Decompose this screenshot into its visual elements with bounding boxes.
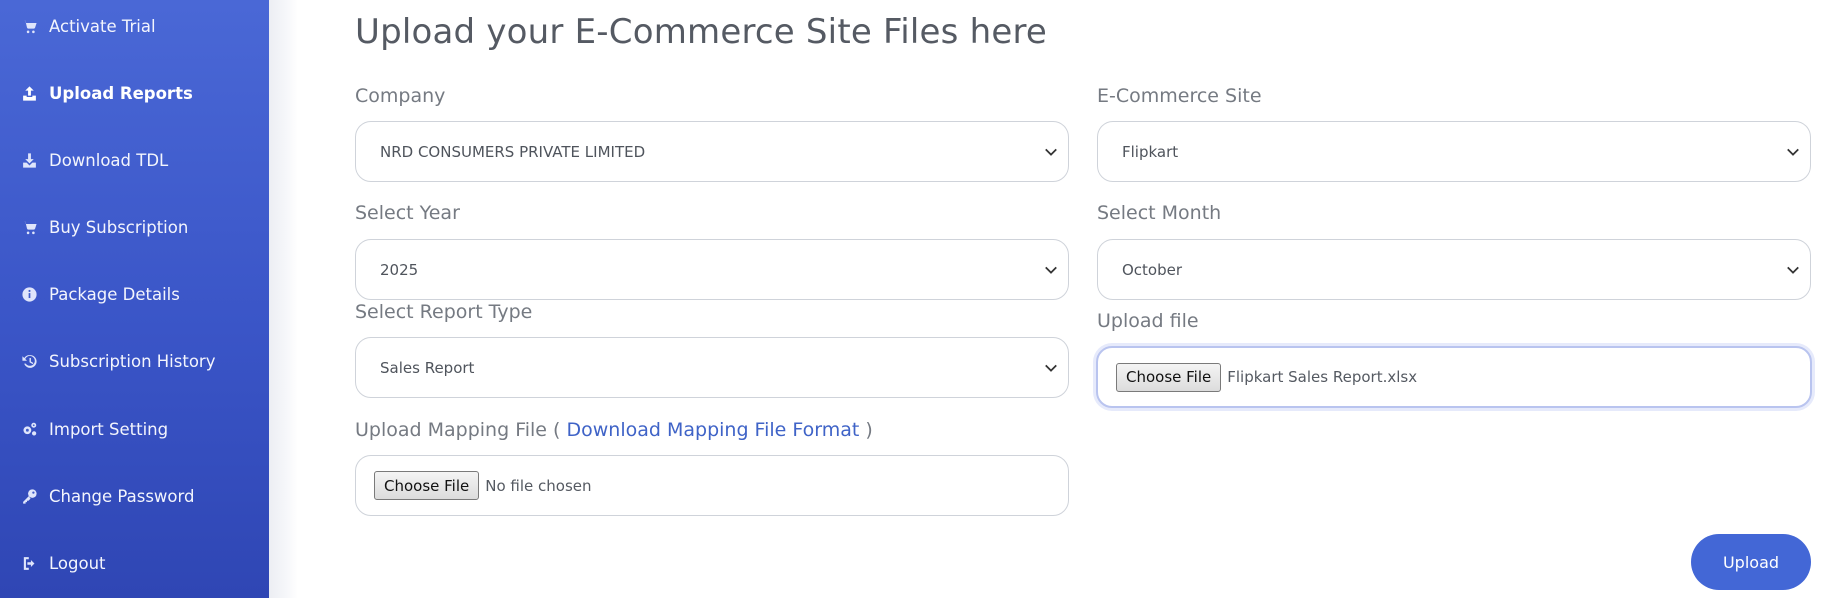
sidebar-item-import-setting[interactable]: Import Setting	[0, 409, 269, 449]
year-select[interactable]: 2025	[355, 239, 1069, 300]
sidebar-item-label: Import Setting	[49, 419, 169, 439]
chevron-down-icon	[1786, 262, 1802, 278]
report-type-select[interactable]: Sales Report	[355, 337, 1069, 398]
site-select[interactable]: Flipkart	[1097, 121, 1811, 182]
sidebar: Activate Trial Upload Reports Download T…	[0, 0, 269, 598]
sidebar-item-label: Upload Reports	[49, 83, 193, 103]
company-select[interactable]: NRD CONSUMERS PRIVATE LIMITED	[355, 121, 1069, 182]
selected-file-name: Flipkart Sales Report.xlsx	[1227, 368, 1418, 386]
chevron-down-icon	[1044, 262, 1060, 278]
sidebar-item-label: Subscription History	[49, 351, 216, 371]
mapping-file-label-text: Upload Mapping File (	[355, 419, 561, 441]
cart-icon	[20, 218, 38, 236]
site-label: E-Commerce Site	[1097, 85, 1262, 107]
sidebar-item-package-details[interactable]: Package Details	[0, 274, 269, 314]
download-mapping-format-link[interactable]: Download Mapping File Format	[566, 419, 859, 441]
sidebar-item-label: Buy Subscription	[49, 217, 189, 237]
upload-file-input[interactable]: Choose File Flipkart Sales Report.xlsx	[1096, 346, 1812, 408]
logout-icon	[20, 554, 38, 572]
month-label: Select Month	[1097, 202, 1222, 224]
chevron-down-icon	[1044, 360, 1060, 376]
upload-button[interactable]: Upload	[1691, 534, 1811, 590]
info-icon	[20, 285, 38, 303]
gears-icon	[20, 420, 38, 438]
year-select-value: 2025	[380, 260, 419, 279]
history-icon	[20, 352, 38, 370]
choose-mapping-file-button[interactable]: Choose File	[374, 471, 480, 500]
app-root: Activate Trial Upload Reports Download T…	[0, 0, 1826, 598]
report-type-select-value: Sales Report	[380, 358, 475, 377]
sidebar-item-label: Activate Trial	[49, 16, 156, 36]
company-label: Company	[355, 85, 446, 107]
sidebar-item-activate-trial[interactable]: Activate Trial	[0, 6, 269, 46]
download-icon	[20, 151, 38, 169]
sidebar-item-buy-subscription[interactable]: Buy Subscription	[0, 207, 269, 247]
sidebar-item-label: Download TDL	[49, 150, 169, 170]
report-type-label: Select Report Type	[355, 301, 533, 323]
sidebar-item-logout[interactable]: Logout	[0, 543, 269, 583]
sidebar-item-label: Change Password	[49, 486, 195, 506]
company-select-value: NRD CONSUMERS PRIVATE LIMITED	[380, 142, 646, 161]
sidebar-item-upload-reports[interactable]: Upload Reports	[0, 73, 269, 113]
mapping-file-input[interactable]: Choose File No file chosen	[355, 455, 1069, 516]
month-select[interactable]: October	[1097, 239, 1811, 300]
page-title: Upload your E-Commerce Site Files here	[355, 12, 1048, 52]
sidebar-item-label: Logout	[49, 553, 106, 573]
sidebar-item-label: Package Details	[49, 284, 180, 304]
sidebar-item-subscription-history[interactable]: Subscription History	[0, 341, 269, 381]
mapping-file-name: No file chosen	[485, 476, 592, 495]
chevron-down-icon	[1786, 144, 1802, 160]
site-select-value: Flipkart	[1122, 142, 1179, 161]
main-content: Upload your E-Commerce Site Files here C…	[298, 0, 1826, 598]
sidebar-item-change-password[interactable]: Change Password	[0, 476, 269, 516]
chevron-down-icon	[1044, 144, 1060, 160]
month-select-value: October	[1122, 260, 1183, 279]
mapping-file-label-close: )	[865, 419, 873, 441]
key-icon	[20, 487, 38, 505]
upload-file-label: Upload file	[1097, 310, 1199, 332]
sidebar-item-download-tdl[interactable]: Download TDL	[0, 140, 269, 180]
mapping-file-label: Upload Mapping File ( Download Mapping F…	[355, 419, 873, 441]
sidebar-shadow	[269, 0, 298, 598]
year-label: Select Year	[355, 202, 460, 224]
upload-icon	[20, 84, 38, 102]
choose-file-button[interactable]: Choose File	[1116, 362, 1222, 392]
cart-icon	[20, 17, 38, 35]
